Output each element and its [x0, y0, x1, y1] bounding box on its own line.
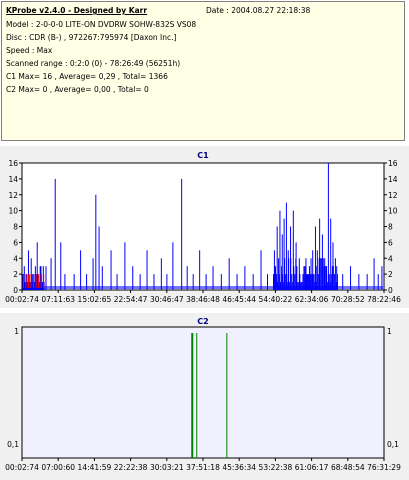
c2-x-tick-label: 68:48:54 [331, 463, 365, 472]
c1-x-tick-label: 70:28:52 [331, 295, 365, 304]
c2-y-tick-label-right: 1 [387, 327, 392, 336]
c2-x-tick-label: 45:36:34 [222, 463, 256, 472]
c1-y-tick-label-left: 14 [8, 175, 18, 184]
c2-y-tick-label-left: 0,1 [7, 440, 19, 449]
c1-y-tick-label-right: 14 [388, 175, 398, 184]
c1-title: C1 [197, 151, 209, 160]
c2-x-tick-label: 22:22:38 [114, 463, 148, 472]
c2-summary-line: C2 Max= 0 , Average= 0,00 , Total= 0 [6, 85, 149, 94]
c1-y-tick-label-right: 8 [388, 223, 393, 232]
c2-title: C2 [197, 317, 208, 326]
app-title: KProbe v2.4.0 - Designed by Karr [6, 6, 148, 15]
scan-date: Date : 2004.08.27 22:18:38 [206, 6, 311, 15]
c1-x-tick-label: 30:46:47 [150, 295, 184, 304]
disc-line: Disc : CDR (B-) , 972267:795974 [Daxon I… [6, 33, 177, 42]
c1-y-tick-label-right: 4 [388, 254, 393, 263]
model-line: Model : 2-0-0-0 LITE-ON DVDRW SOHW-832S … [6, 20, 197, 29]
c1-y-tick-label-left: 6 [13, 238, 18, 247]
c1-baseline-strip [23, 286, 383, 289]
c2-x-tick-label: 00:02:74 [5, 463, 39, 472]
c2-x-tick-label: 30:03:21 [150, 463, 184, 472]
c1-y-tick-label-left: 12 [8, 191, 18, 200]
c1-y-tick-label-right: 0 [388, 286, 393, 295]
c2-x-tick-label: 37:51:18 [186, 463, 220, 472]
speed-line: Speed : Max [6, 46, 53, 55]
c2-x-tick-label: 07:00:60 [41, 463, 75, 472]
c2-y-tick-label-left: 1 [14, 327, 19, 336]
c1-chart-panel: C1 0 0 2 2 4 4 6 6 8 8 10 10 12 12 14 14 16 16 00:02:74 07:1… [0, 146, 409, 308]
c1-y-tick-label-left: 8 [13, 223, 18, 232]
c2-chart: C2 1 1 0,1 0,1 00:02:74 07:00:60 14:41:59 22:22:… [5, 317, 401, 472]
c2-x-tick-label: 76:31:29 [367, 463, 401, 472]
c1-y-tick-label-right: 16 [388, 159, 398, 168]
c1-x-tick-label: 54:40:22 [259, 295, 293, 304]
c1-y-tick-label-left: 16 [8, 159, 18, 168]
c1-y-tick-label-right: 10 [388, 207, 398, 216]
c1-y-tick-label-right: 12 [388, 191, 398, 200]
c1-x-tick-label: 38:46:48 [186, 295, 220, 304]
c2-x-tick-label: 14:41:59 [78, 463, 112, 472]
c2-x-tick-label: 53:22:38 [259, 463, 293, 472]
c2-plot-area [21, 326, 385, 459]
scanned-range-line: Scanned range : 0:2:0 (0) - 78:26:49 (56… [6, 59, 181, 68]
c1-x-tick-label: 78:22:46 [367, 295, 401, 304]
c1-y-tick-label-right: 2 [388, 270, 393, 279]
c1-y-tick-label-left: 0 [13, 286, 18, 295]
c1-x-tick-label: 62:34:06 [295, 295, 329, 304]
c1-plot-area [21, 162, 385, 291]
c2-chart-panel: C2 1 1 0,1 0,1 00:02:74 07:00:60 14:41:59 22:22:… [0, 313, 409, 480]
c1-x-tick-label: 07:11:63 [41, 295, 75, 304]
c2-x-tick-label: 61:06:17 [295, 463, 329, 472]
c1-y-tick-label-left: 10 [8, 207, 18, 216]
c1-x-tick-label: 15:02:65 [78, 295, 112, 304]
c1-x-tick-label: 22:54:47 [114, 295, 148, 304]
c1-summary-line: C1 Max= 16 , Average= 0,29 , Total= 1366 [6, 72, 168, 81]
c1-chart: C1 0 0 2 2 4 4 6 6 8 8 10 10 12 12 14 14 16 16 00:02:74 07:1… [5, 151, 401, 304]
c1-y-tick-label-right: 6 [388, 238, 393, 247]
c1-x-tick-label: 46:45:44 [222, 295, 256, 304]
c2-y-tick-label-right: 0,1 [387, 440, 399, 449]
c1-x-tick-label: 00:02:74 [5, 295, 39, 304]
c1-y-tick-label-left: 4 [13, 254, 18, 263]
c1-y-tick-label-left: 2 [13, 270, 18, 279]
info-panel: KProbe v2.4.0 - Designed by Karr Date : … [1, 1, 405, 141]
